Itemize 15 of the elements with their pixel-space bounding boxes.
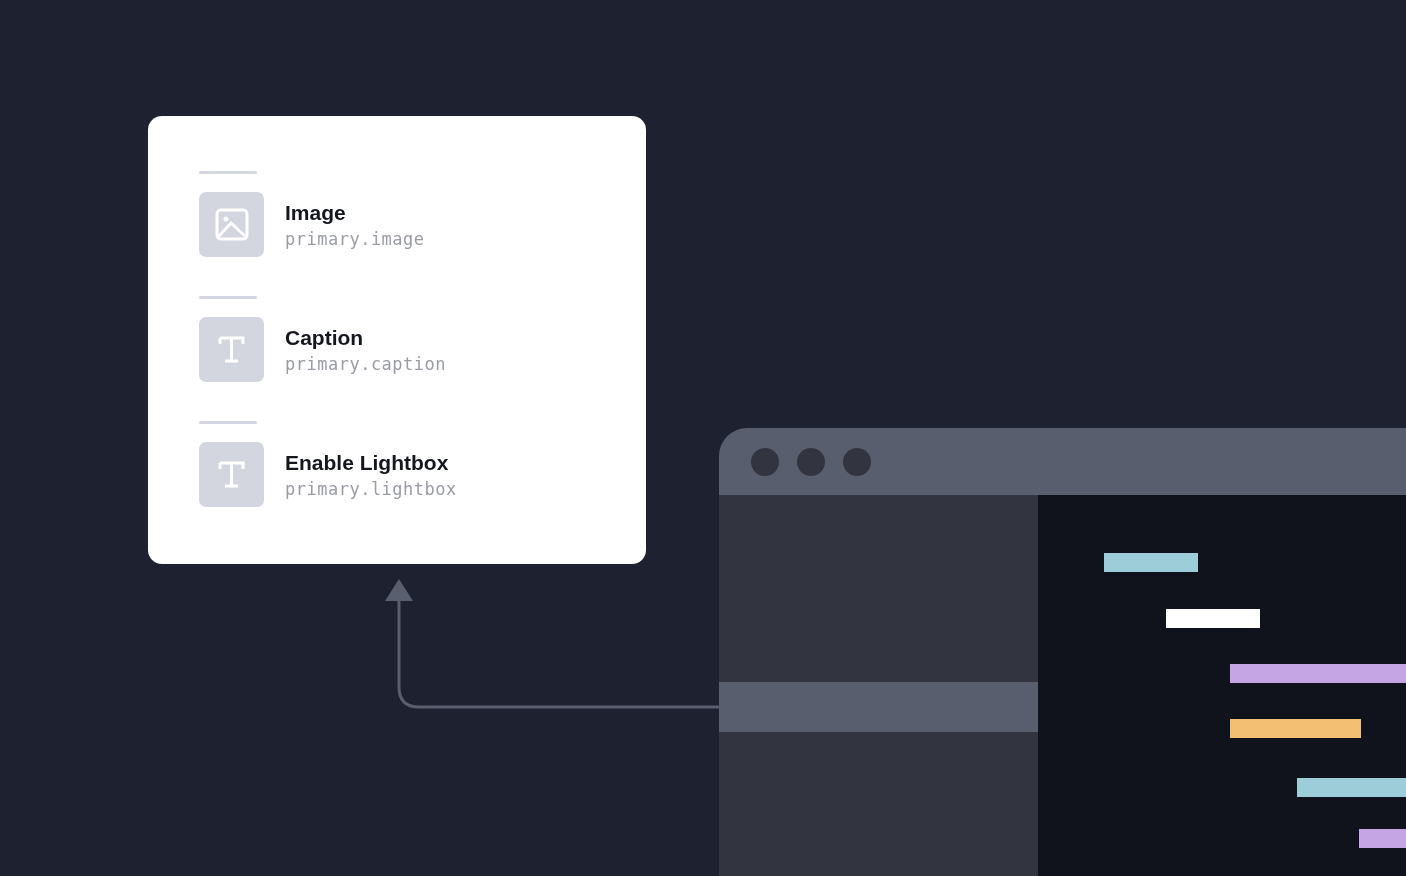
field-path: primary.image — [285, 228, 425, 249]
field-label: Image — [285, 200, 347, 225]
sidebar-row[interactable] — [719, 732, 1038, 876]
field-path: primary.lightbox — [285, 478, 457, 499]
window-control-dot[interactable] — [751, 447, 779, 476]
field-label: Enable Lightbox — [285, 450, 450, 475]
field-label: Caption — [285, 325, 365, 350]
field-path: primary.caption — [285, 353, 447, 374]
sidebar-row[interactable] — [719, 682, 1038, 732]
sidebar-row[interactable] — [719, 495, 1038, 682]
text-type-icon — [199, 317, 264, 382]
image-icon — [199, 192, 264, 257]
window-control-dot[interactable] — [797, 447, 825, 476]
text-type-icon — [199, 442, 264, 507]
window-control-dot[interactable] — [843, 447, 871, 476]
